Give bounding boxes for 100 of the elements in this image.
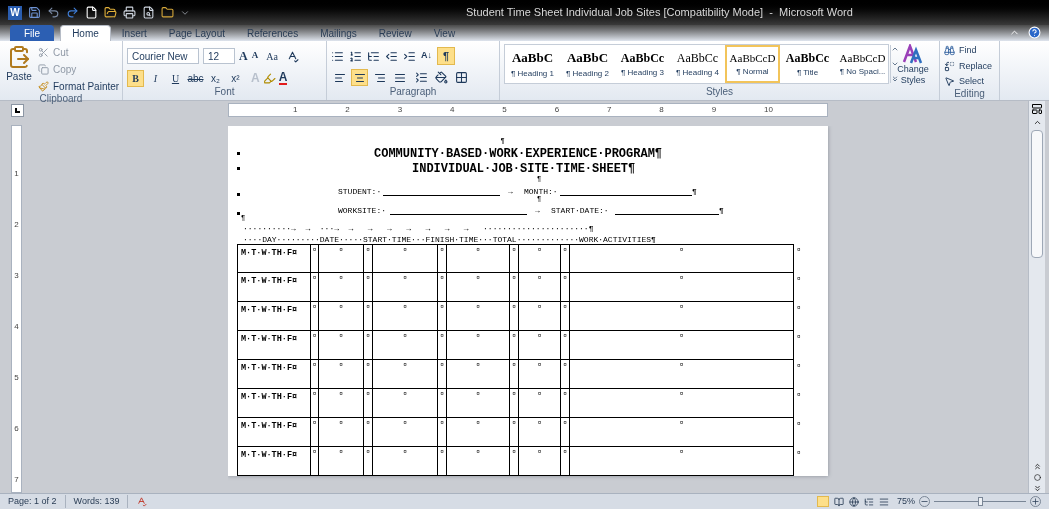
ribbon-tab[interactable]: Home	[60, 25, 111, 41]
numbering-icon[interactable]	[349, 49, 362, 63]
grow-font-button[interactable]: A	[239, 47, 248, 65]
ribbon-tab[interactable]: Insert	[110, 25, 158, 41]
sort-button[interactable]: A↓	[421, 49, 432, 63]
group-label: Styles	[705, 87, 734, 99]
style-item[interactable]: AaBbC ¶ Heading 1	[505, 45, 560, 83]
scroll-thumb[interactable]	[1031, 130, 1043, 258]
ruler-number: 1	[292, 106, 298, 114]
zoom-in-icon[interactable]	[1030, 496, 1041, 507]
bullet-icon	[237, 212, 240, 215]
reading-view-icon[interactable]	[834, 496, 844, 507]
style-item[interactable]: AaBbCc ¶ Title	[780, 45, 835, 83]
field-label: WORKSITE:·	[338, 207, 387, 215]
scroll-up-icon[interactable]	[1032, 118, 1042, 127]
decrease-indent-icon[interactable]	[385, 49, 398, 63]
zoom-slider[interactable]	[934, 497, 1026, 506]
highlighter-icon[interactable]	[262, 71, 276, 85]
paragraph-mark: ¶	[719, 207, 724, 215]
binoculars-icon	[944, 45, 955, 57]
group-label: Paragraph	[389, 87, 437, 99]
redo-icon[interactable]	[66, 6, 79, 19]
document-heading: COMMUNITY·BASED·WORK·EXPERIENCE·PROGRAM¶	[374, 147, 663, 160]
save-icon[interactable]	[28, 6, 41, 19]
folder-icon[interactable]	[161, 6, 174, 19]
field-label: STUDENT:·	[338, 188, 383, 196]
style-item[interactable]: AaBbCcD ¶ No Spaci...	[835, 45, 890, 83]
table-cell: M·T·W·TH·F¤	[238, 331, 311, 359]
ruler-toggle-icon[interactable]	[1031, 103, 1043, 115]
more-icon[interactable]	[891, 75, 899, 83]
table-cell: M·T·W·TH·F¤	[238, 302, 311, 330]
ruler-number: 3	[14, 271, 19, 280]
replace-button[interactable]: Replace	[944, 59, 995, 73]
new-document-icon[interactable]	[85, 6, 98, 19]
file-tab[interactable]: File	[10, 25, 55, 41]
shading-icon[interactable]	[435, 71, 448, 84]
ruler-number: 10	[764, 106, 773, 114]
ribbon-tab[interactable]: Review	[367, 25, 423, 41]
format-toggle[interactable]: x₂	[207, 69, 224, 87]
app-logo: W	[8, 5, 22, 20]
multilevel-list-icon[interactable]	[367, 49, 380, 63]
tab-selector-button[interactable]	[11, 104, 24, 117]
format-toggle[interactable]: x²	[227, 69, 244, 87]
font-size-field[interactable]: 12	[203, 48, 235, 64]
letters-a-icon	[902, 44, 924, 64]
bullet-icon	[237, 193, 240, 196]
select-button[interactable]: Select	[944, 75, 995, 89]
ruler-number: 4	[449, 106, 455, 114]
change-case-button[interactable]: Aa	[266, 48, 278, 64]
ruler-number: 7	[14, 475, 19, 484]
align-icon	[333, 71, 346, 84]
table-cell: M·T·W·TH·F¤	[238, 245, 311, 272]
style-item[interactable]: AaBbCc ¶ Heading 3	[615, 45, 670, 83]
table-cell: M·T·W·TH·F¤	[238, 360, 311, 388]
table-cell: M·T·W·TH·F¤	[238, 447, 311, 475]
web-layout-icon[interactable]	[849, 496, 859, 507]
printer-icon[interactable]	[123, 6, 136, 19]
increase-indent-icon[interactable]	[403, 49, 416, 63]
next-page-icon[interactable]	[1032, 484, 1042, 493]
ribbon-tab[interactable]: References	[236, 25, 310, 41]
align-icon	[373, 71, 386, 84]
print-preview-icon[interactable]	[142, 6, 155, 19]
font-name-field[interactable]: Courier New	[127, 48, 199, 64]
undo-icon[interactable]	[47, 6, 60, 19]
borders-icon[interactable]	[455, 71, 468, 84]
ruler-number: 4	[14, 322, 19, 331]
ruler-number: 2	[345, 106, 350, 114]
change-styles-button[interactable]: Change Styles	[893, 44, 933, 87]
tab-leader-line: ··········→ → ···→ → → → → → → → ······················¶	[243, 225, 594, 233]
help-icon[interactable]	[1028, 26, 1041, 39]
ribbon-tab[interactable]: Mailings	[309, 25, 368, 41]
zoom-level: 75%	[897, 494, 915, 508]
bullets-icon[interactable]	[331, 49, 344, 63]
format-toggle[interactable]: I	[147, 69, 164, 87]
style-item[interactable]: AaBbC ¶ Heading 2	[560, 45, 615, 83]
style-item[interactable]: AaBbCc ¶ Heading 4	[670, 45, 725, 83]
zoom-thumb[interactable]	[978, 497, 983, 506]
find-button[interactable]: Find	[944, 44, 995, 58]
format-painter-button[interactable]: Format Painter	[38, 79, 120, 94]
shrink-font-button[interactable]: A	[251, 49, 259, 63]
folder-icon[interactable]	[104, 6, 117, 19]
line-spacing-icon[interactable]	[415, 71, 428, 84]
format-toggle[interactable]: U	[167, 69, 184, 87]
style-item[interactable]: AaBbCcD ¶ Normal	[725, 45, 780, 83]
paste-button[interactable]: Paste	[0, 45, 38, 94]
previous-page-icon[interactable]	[1032, 462, 1042, 471]
ribbon-tab[interactable]: View	[422, 25, 467, 41]
scroll-up-icon[interactable]	[891, 45, 899, 53]
browse-object-icon[interactable]	[1033, 474, 1041, 481]
show-marks-button[interactable]: ¶	[437, 47, 455, 65]
outline-view-icon[interactable]	[864, 496, 874, 507]
font-color-button[interactable]: A	[278, 71, 288, 85]
proofing-icon[interactable]	[136, 496, 148, 507]
scroll-down-icon[interactable]	[891, 60, 899, 68]
ribbon-tab[interactable]: Page Layout	[157, 25, 236, 41]
format-toggle[interactable]: abc	[187, 69, 204, 87]
align-button[interactable]	[351, 69, 368, 86]
tab-stop-icon	[15, 107, 20, 113]
format-toggle[interactable]: B	[127, 69, 144, 87]
scissors-icon	[38, 47, 49, 58]
